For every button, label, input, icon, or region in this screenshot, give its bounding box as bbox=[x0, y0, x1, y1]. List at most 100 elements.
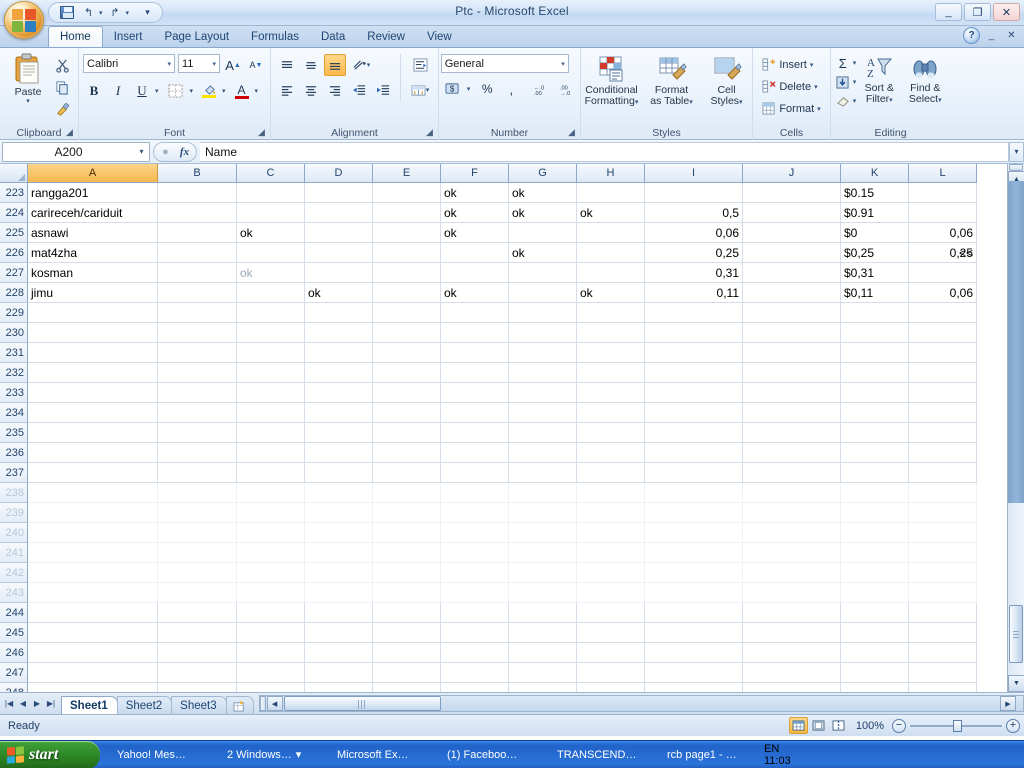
cell-G243[interactable] bbox=[509, 583, 577, 603]
orientation-button[interactable]: ▾ bbox=[348, 54, 374, 76]
row-header-245[interactable]: 245 bbox=[0, 623, 28, 643]
cell-K234[interactable] bbox=[841, 403, 909, 423]
cell-I223[interactable] bbox=[645, 183, 743, 203]
cell-A248[interactable] bbox=[28, 683, 158, 692]
cell-E224[interactable] bbox=[373, 203, 441, 223]
cell-B225[interactable] bbox=[158, 223, 237, 243]
row-header-235[interactable]: 235 bbox=[0, 423, 28, 443]
cancel-formula-button[interactable]: ● bbox=[156, 146, 175, 158]
cell-B227[interactable] bbox=[158, 263, 237, 283]
cell-E232[interactable] bbox=[373, 363, 441, 383]
cell-K243[interactable] bbox=[841, 583, 909, 603]
cell-A224[interactable]: carireceh/cariduit bbox=[28, 203, 158, 223]
cell-J244[interactable] bbox=[743, 603, 841, 623]
borders-button[interactable] bbox=[164, 80, 188, 102]
cell-E248[interactable] bbox=[373, 683, 441, 692]
cell-H231[interactable] bbox=[577, 343, 645, 363]
row-header-226[interactable]: 226 bbox=[0, 243, 28, 263]
format-cells-button[interactable]: Format ▾ bbox=[758, 98, 824, 119]
minimize-button[interactable]: _ bbox=[935, 3, 962, 21]
cell-C237[interactable] bbox=[237, 463, 305, 483]
cell-F237[interactable] bbox=[441, 463, 509, 483]
cell-G234[interactable] bbox=[509, 403, 577, 423]
cell-A241[interactable] bbox=[28, 543, 158, 563]
row-header-239[interactable]: 239 bbox=[0, 503, 28, 523]
cell-I245[interactable] bbox=[645, 623, 743, 643]
underline-button[interactable]: U bbox=[131, 80, 153, 102]
row-header-234[interactable]: 234 bbox=[0, 403, 28, 423]
row-header-244[interactable]: 244 bbox=[0, 603, 28, 623]
cell-A237[interactable] bbox=[28, 463, 158, 483]
cell-K230[interactable] bbox=[841, 323, 909, 343]
number-dialog-launcher[interactable]: ◢ bbox=[566, 127, 577, 138]
vertical-scroll-track[interactable] bbox=[1008, 181, 1024, 675]
cell-B229[interactable] bbox=[158, 303, 237, 323]
cell-B245[interactable] bbox=[158, 623, 237, 643]
scroll-right-button[interactable]: ▶ bbox=[1000, 696, 1016, 711]
expand-formula-bar-button[interactable]: ▾ bbox=[1009, 141, 1024, 162]
cell-A230[interactable] bbox=[28, 323, 158, 343]
cell-E235[interactable] bbox=[373, 423, 441, 443]
column-header-H[interactable]: H bbox=[577, 164, 645, 183]
cell-C246[interactable] bbox=[237, 643, 305, 663]
zoom-slider[interactable] bbox=[910, 719, 1002, 732]
cell-C247[interactable] bbox=[237, 663, 305, 683]
cell-F239[interactable] bbox=[441, 503, 509, 523]
cell-C226[interactable] bbox=[237, 243, 305, 263]
cell-G229[interactable] bbox=[509, 303, 577, 323]
cell-L236[interactable] bbox=[909, 443, 977, 463]
chevron-down-icon[interactable]: ▾ bbox=[635, 99, 639, 106]
cell-E226[interactable] bbox=[373, 243, 441, 263]
cell-L238[interactable] bbox=[909, 483, 977, 503]
row-header-227[interactable]: 227 bbox=[0, 263, 28, 283]
cell-C229[interactable] bbox=[237, 303, 305, 323]
shrink-font-button[interactable]: A ▼ bbox=[246, 54, 266, 76]
cell-C227[interactable]: ok bbox=[237, 263, 305, 283]
cell-C233[interactable] bbox=[237, 383, 305, 403]
chevron-down-icon[interactable]: ▾ bbox=[164, 60, 171, 68]
cell-G241[interactable] bbox=[509, 543, 577, 563]
cell-K225[interactable]: $0 bbox=[841, 223, 909, 243]
vertical-scroll-thumb[interactable] bbox=[1009, 605, 1023, 663]
cell-H248[interactable] bbox=[577, 683, 645, 692]
normal-view-button[interactable] bbox=[788, 717, 808, 734]
cell-E246[interactable] bbox=[373, 643, 441, 663]
cell-I238[interactable] bbox=[645, 483, 743, 503]
cell-E236[interactable] bbox=[373, 443, 441, 463]
cell-A243[interactable] bbox=[28, 583, 158, 603]
align-middle-button[interactable] bbox=[300, 54, 322, 76]
cell-D245[interactable] bbox=[305, 623, 373, 643]
cell-F228[interactable]: ok bbox=[441, 283, 509, 303]
cell-G231[interactable] bbox=[509, 343, 577, 363]
cell-E241[interactable] bbox=[373, 543, 441, 563]
zoom-out-button[interactable]: − bbox=[892, 718, 906, 733]
italic-button[interactable]: I bbox=[107, 80, 129, 102]
cell-G236[interactable] bbox=[509, 443, 577, 463]
row-header-223[interactable]: 223 bbox=[0, 183, 28, 203]
cell-K232[interactable] bbox=[841, 363, 909, 383]
cell-C231[interactable] bbox=[237, 343, 305, 363]
sheet-tab-sheet3[interactable]: Sheet3 bbox=[171, 695, 227, 715]
cell-E234[interactable] bbox=[373, 403, 441, 423]
cell-E223[interactable] bbox=[373, 183, 441, 203]
cell-J236[interactable] bbox=[743, 443, 841, 463]
column-header-F[interactable]: F bbox=[441, 164, 509, 183]
taskbar-button-1[interactable]: 2 Windows… ▾ bbox=[217, 744, 324, 766]
name-box-dropdown[interactable]: ▾ bbox=[134, 147, 149, 156]
cell-C234[interactable] bbox=[237, 403, 305, 423]
cell-B243[interactable] bbox=[158, 583, 237, 603]
zoom-slider-handle[interactable] bbox=[953, 719, 962, 732]
tab-home[interactable]: Home bbox=[48, 26, 103, 47]
cell-L226[interactable]: 0,25 << bbox=[909, 243, 977, 263]
cell-J243[interactable] bbox=[743, 583, 841, 603]
cell-B242[interactable] bbox=[158, 563, 237, 583]
cell-H246[interactable] bbox=[577, 643, 645, 663]
column-header-K[interactable]: K bbox=[841, 164, 909, 183]
chevron-down-icon[interactable]: ▾ bbox=[810, 61, 814, 69]
cell-H227[interactable] bbox=[577, 263, 645, 283]
cell-F245[interactable] bbox=[441, 623, 509, 643]
chevron-down-icon[interactable]: ▾ bbox=[296, 748, 302, 761]
cell-D226[interactable] bbox=[305, 243, 373, 263]
page-layout-view-button[interactable] bbox=[809, 717, 828, 734]
chevron-down-icon[interactable]: ▾ bbox=[209, 60, 216, 68]
